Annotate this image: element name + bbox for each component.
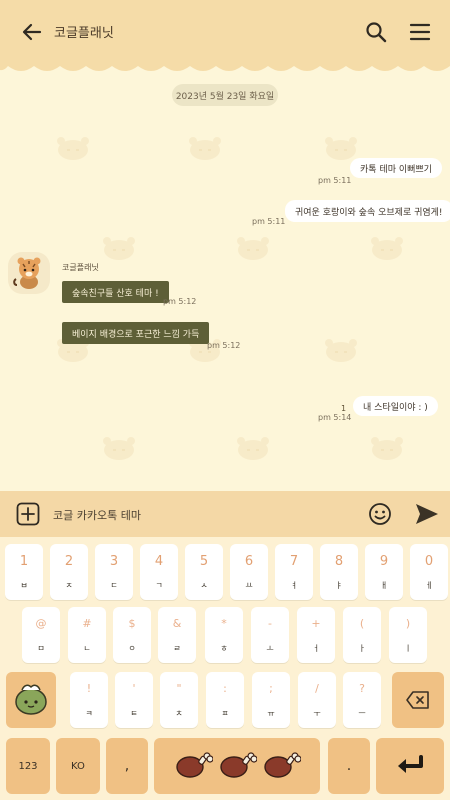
tiger-character-icon: [13, 257, 41, 289]
key-6[interactable]: 6ㅛ: [230, 544, 268, 600]
key-1[interactable]: 1ㅂ: [5, 544, 43, 600]
message-bubble-incoming[interactable]: 숲속친구들 산호 테마 !: [62, 281, 169, 303]
emoji-icon[interactable]: [368, 502, 392, 526]
key-5[interactable]: 5ㅅ: [185, 544, 223, 600]
period-key[interactable]: .: [328, 738, 370, 794]
meat-icon: [264, 752, 301, 778]
tiger-face-pattern-icon: [234, 236, 272, 262]
tiger-face-pattern-icon: [100, 436, 138, 462]
message-time: pm 5:11: [318, 176, 352, 185]
language-key[interactable]: KO: [56, 738, 100, 794]
chat-title: 코글플래닛: [54, 26, 114, 41]
unread-count: 1: [341, 404, 347, 413]
add-attachment-icon[interactable]: [16, 502, 40, 526]
comma-key[interactable]: ,: [106, 738, 148, 794]
message-time: pm 5:12: [163, 297, 197, 306]
key-ch[interactable]: " ㅊ: [160, 672, 198, 728]
key-8[interactable]: 8ㅑ: [320, 544, 358, 600]
message-time: pm 5:12: [207, 341, 241, 350]
key-r[interactable]: & ㄹ: [158, 607, 196, 663]
numbers-key[interactable]: 123: [6, 738, 50, 794]
key-i[interactable]: ) ㅣ: [389, 607, 427, 663]
key-t[interactable]: ' ㅌ: [115, 672, 153, 728]
header-scallop-edge: [0, 62, 450, 71]
key-9[interactable]: 9ㅐ: [365, 544, 403, 600]
meat-icon: [176, 752, 213, 778]
tiger-face-pattern-icon: [186, 136, 224, 162]
space-key[interactable]: [154, 738, 320, 794]
enter-key[interactable]: [376, 738, 444, 794]
tiger-face-pattern-icon: [100, 236, 138, 262]
key-eo[interactable]: + ㅓ: [297, 607, 335, 663]
key-2[interactable]: 2ㅈ: [50, 544, 88, 600]
tiger-face-pattern-icon: [322, 136, 360, 162]
key-0[interactable]: 0ㅔ: [410, 544, 448, 600]
leaf-character-icon: [15, 684, 47, 715]
key-7[interactable]: 7ㅕ: [275, 544, 313, 600]
tiger-face-pattern-icon: [322, 338, 360, 364]
tiger-face-pattern-icon: [234, 436, 272, 462]
key-p[interactable]: :ㅍ: [206, 672, 244, 728]
key-k[interactable]: ! ㅋ: [70, 672, 108, 728]
key-4[interactable]: 4ㄱ: [140, 544, 178, 600]
key-u[interactable]: / ㅜ: [298, 672, 336, 728]
back-arrow-icon[interactable]: [18, 18, 46, 46]
tiger-face-pattern-icon: [54, 136, 92, 162]
key-o[interactable]: -ㅗ: [251, 607, 289, 663]
search-icon[interactable]: [364, 20, 388, 44]
key-m[interactable]: @ ㅁ: [22, 607, 60, 663]
sender-avatar[interactable]: [8, 252, 50, 294]
hamburger-menu-icon[interactable]: [408, 20, 432, 44]
backspace-key[interactable]: [392, 672, 444, 728]
message-bubble-incoming[interactable]: 베이지 배경으로 포근한 느낌 가득: [62, 322, 210, 344]
message-bubble-outgoing[interactable]: 귀여운 호랑이와 숲속 오브제로 귀염게!: [285, 200, 450, 222]
send-icon[interactable]: [414, 502, 440, 526]
key-ng[interactable]: $ ㅇ: [113, 607, 151, 663]
sender-name: 코글플래닛: [62, 263, 99, 272]
message-time: pm 5:11: [252, 217, 286, 226]
key-n[interactable]: # ㄴ: [68, 607, 106, 663]
message-bubble-outgoing[interactable]: 내 스타일이야 : ): [353, 396, 438, 416]
key-3[interactable]: 3ㄷ: [95, 544, 133, 600]
message-time: pm 5:14: [318, 413, 352, 422]
message-bubble-outgoing[interactable]: 카톡 테마 이뻐쁘기: [350, 158, 442, 178]
meat-icon: [220, 752, 257, 778]
enter-arrow-icon: [398, 755, 423, 773]
key-yu[interactable]: ; ㅠ: [252, 672, 290, 728]
tiger-face-pattern-icon: [368, 236, 406, 262]
backspace-icon: [406, 691, 429, 709]
chat-header: 코글플래닛: [0, 0, 450, 64]
key-eu[interactable]: ? ㅡ: [343, 672, 381, 728]
shift-key[interactable]: [6, 672, 56, 728]
key-a[interactable]: (ㅏ: [343, 607, 381, 663]
date-divider: 2023년 5월 23일 화요일: [172, 84, 278, 106]
key-h[interactable]: * ㅎ: [205, 607, 243, 663]
tiger-face-pattern-icon: [368, 436, 406, 462]
message-input-field[interactable]: 코글 카카오톡 테마: [53, 507, 141, 523]
